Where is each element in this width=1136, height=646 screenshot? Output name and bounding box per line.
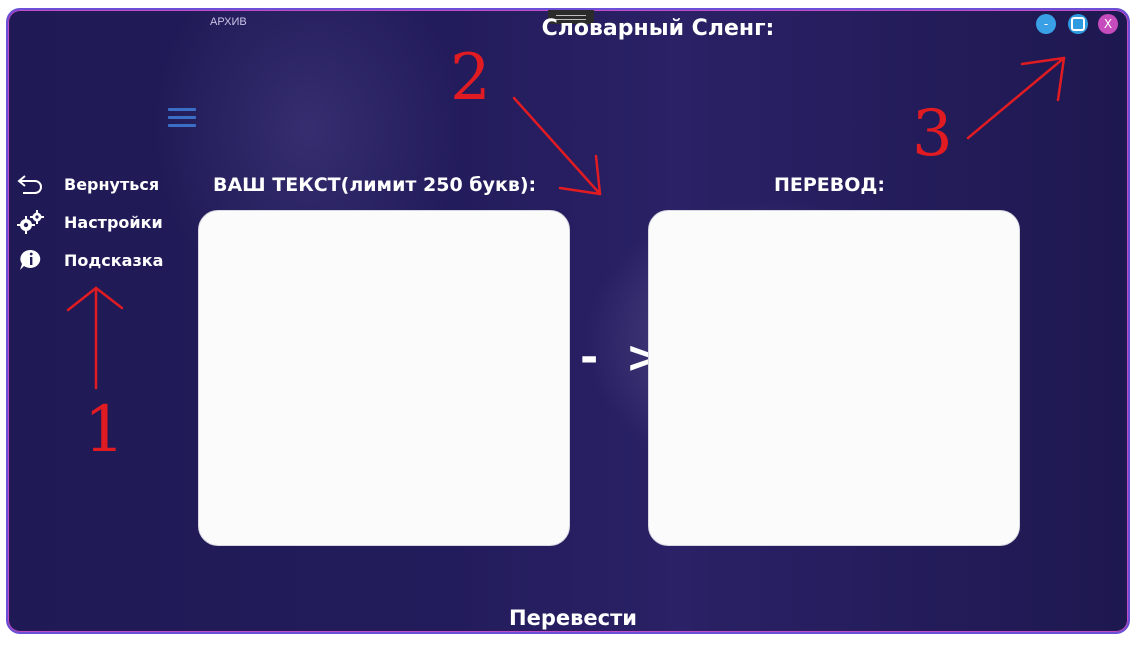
annotation-marker-2: 2 <box>450 41 491 115</box>
annotation-marker-3: 3 <box>912 97 953 171</box>
annotation-arrows <box>66 56 1066 390</box>
annotation-marker-1: 1 <box>84 393 125 467</box>
